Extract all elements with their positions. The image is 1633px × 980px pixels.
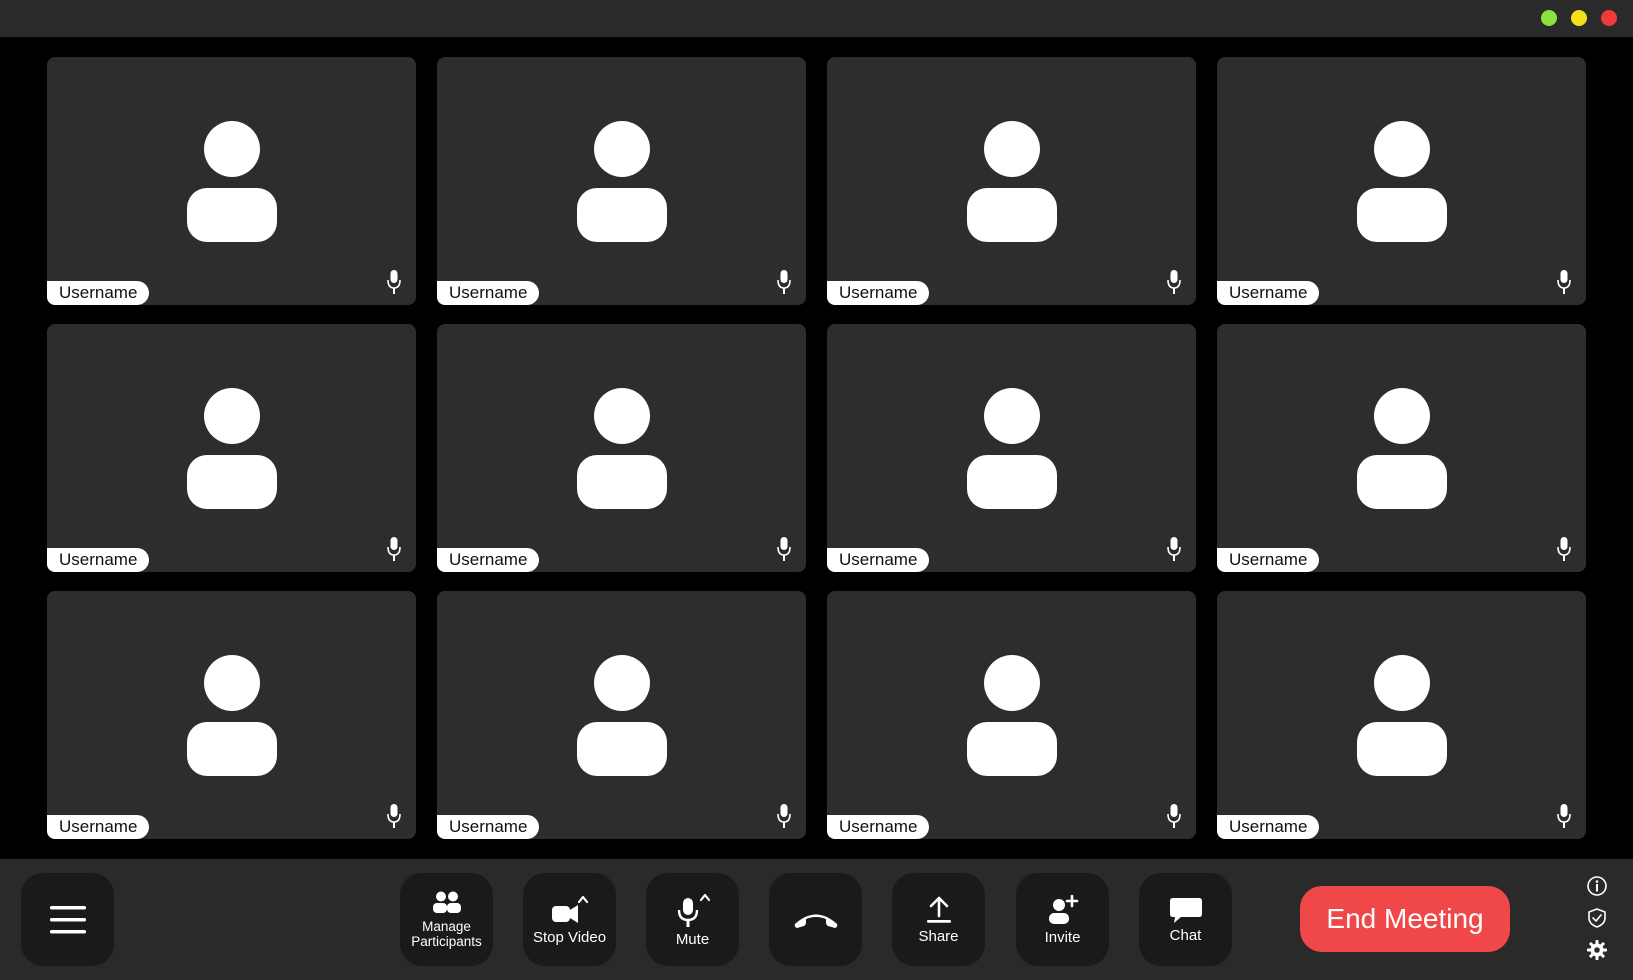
window-titlebar (0, 0, 1633, 37)
user-avatar-icon (187, 655, 277, 776)
participant-tile[interactable]: Username (827, 57, 1196, 305)
manage-participants-button[interactable]: Manage Participants (400, 873, 493, 966)
participant-tile[interactable]: Username (437, 324, 806, 572)
user-avatar-icon (1357, 655, 1447, 776)
participants-icon (432, 891, 461, 913)
user-avatar-icon (187, 121, 277, 242)
settings-button[interactable] (1584, 937, 1610, 963)
window-control-yellow[interactable] (1571, 10, 1587, 26)
mute-button[interactable]: Mute (646, 873, 739, 966)
chat-label: Chat (1169, 926, 1202, 944)
invite-button[interactable]: Invite (1016, 873, 1109, 966)
add-user-icon (1048, 894, 1078, 924)
participant-username: Username (1217, 815, 1320, 839)
participant-tile[interactable]: Username (1217, 324, 1586, 572)
video-camera-icon (551, 895, 588, 923)
gear-icon (1587, 940, 1607, 960)
meeting-toolbar: Manage Participants Stop Video Mute Shar… (0, 859, 1633, 980)
user-avatar-icon (1357, 121, 1447, 242)
microphone-icon (387, 537, 401, 561)
stop-video-button[interactable]: Stop Video (523, 873, 616, 966)
participant-username: Username (827, 815, 930, 839)
mute-label: Mute (675, 930, 710, 948)
participant-tile[interactable]: Username (1217, 57, 1586, 305)
user-avatar-icon (967, 121, 1057, 242)
microphone-icon (1557, 270, 1571, 294)
share-label: Share (918, 927, 959, 945)
manage-participants-label: Manage Participants (411, 918, 482, 949)
microphone-icon (1167, 270, 1181, 294)
invite-label: Invite (1044, 928, 1081, 946)
user-avatar-icon (577, 655, 667, 776)
share-upload-icon (926, 896, 951, 923)
participant-username: Username (1217, 548, 1320, 572)
participant-username: Username (437, 815, 540, 839)
stop-video-label: Stop Video (532, 928, 607, 946)
user-avatar-icon (577, 388, 667, 509)
participant-tile[interactable]: Username (827, 591, 1196, 839)
participant-tile[interactable]: Username (437, 591, 806, 839)
participant-tile[interactable]: Username (47, 324, 416, 572)
info-button[interactable] (1584, 873, 1610, 899)
participant-username: Username (1217, 281, 1320, 305)
participant-tile[interactable]: Username (47, 57, 416, 305)
share-button[interactable]: Share (892, 873, 985, 966)
end-meeting-button[interactable]: End Meeting (1300, 886, 1510, 952)
microphone-icon (1557, 537, 1571, 561)
participant-tile[interactable]: Username (437, 57, 806, 305)
user-avatar-icon (187, 388, 277, 509)
participant-username: Username (827, 548, 930, 572)
microphone-icon (387, 804, 401, 828)
hamburger-menu-icon (49, 905, 86, 933)
participant-username: Username (827, 281, 930, 305)
user-avatar-icon (967, 655, 1057, 776)
participant-grid: Username Username Username Username Username… (0, 37, 1633, 859)
microphone-icon (1167, 804, 1181, 828)
chat-button[interactable]: Chat (1139, 873, 1232, 966)
window-control-red[interactable] (1601, 10, 1617, 26)
participant-username: Username (47, 815, 150, 839)
phone-hangup-icon (794, 914, 837, 928)
security-button[interactable] (1584, 905, 1610, 931)
hang-up-button[interactable] (769, 873, 862, 966)
microphone-icon (1167, 537, 1181, 561)
participant-username: Username (47, 548, 150, 572)
participant-username: Username (437, 281, 540, 305)
microphone-icon (777, 804, 791, 828)
user-avatar-icon (577, 121, 667, 242)
user-avatar-icon (1357, 388, 1447, 509)
chat-bubble-icon (1169, 897, 1202, 923)
user-avatar-icon (967, 388, 1057, 509)
participant-username: Username (47, 281, 150, 305)
microphone-icon (677, 893, 710, 927)
participant-username: Username (437, 548, 540, 572)
microphone-icon (777, 537, 791, 561)
microphone-icon (387, 270, 401, 294)
participant-tile[interactable]: Username (827, 324, 1196, 572)
participant-tile[interactable]: Username (1217, 591, 1586, 839)
menu-button[interactable] (21, 873, 114, 966)
window-control-green[interactable] (1541, 10, 1557, 26)
shield-icon (1588, 908, 1606, 928)
info-icon (1587, 876, 1607, 896)
microphone-icon (777, 270, 791, 294)
participant-tile[interactable]: Username (47, 591, 416, 839)
microphone-icon (1557, 804, 1571, 828)
